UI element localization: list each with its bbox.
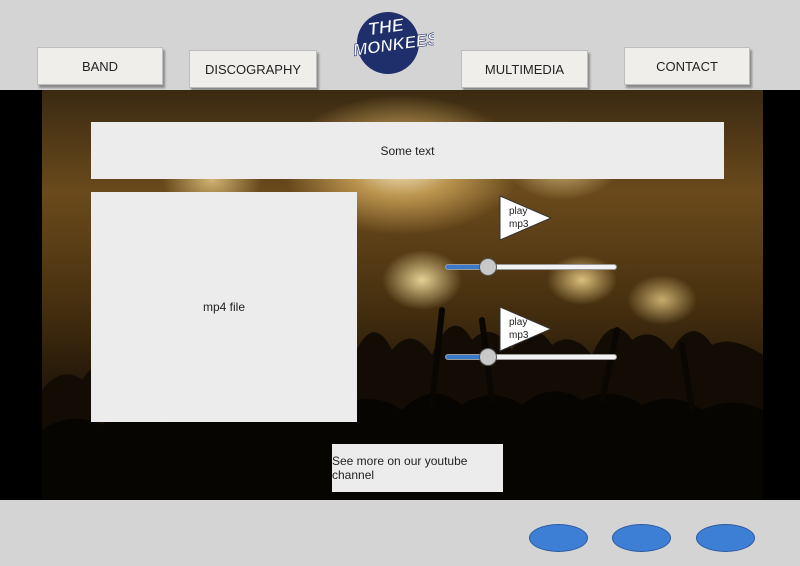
footer-bar [0, 500, 800, 566]
nav-multimedia-button[interactable]: MULTIMEDIA [461, 50, 588, 88]
play-label: play mp3 [509, 317, 529, 341]
slider-track [445, 354, 617, 360]
slider-thumb[interactable] [479, 348, 497, 366]
nav-band-button[interactable]: BAND [37, 47, 163, 85]
video-player[interactable]: mp4 file [91, 192, 357, 422]
nav-discography-button[interactable]: DISCOGRAPHY [189, 50, 317, 88]
play-mp3-button-1[interactable]: play mp3 [499, 195, 553, 241]
volume-slider-2[interactable] [445, 345, 619, 369]
footer-circle-button-3[interactable] [696, 524, 755, 552]
nav-contact-button[interactable]: CONTACT [624, 47, 750, 85]
slider-thumb[interactable] [479, 258, 497, 276]
intro-text-box: Some text [91, 122, 724, 179]
band-logo[interactable]: THE MONKEES [350, 5, 434, 75]
volume-slider-1[interactable] [445, 255, 619, 279]
play-label: play mp3 [509, 206, 529, 230]
footer-circle-button-2[interactable] [612, 524, 671, 552]
youtube-channel-button[interactable]: See more on our youtube channel [332, 444, 503, 492]
footer-circle-button-1[interactable] [529, 524, 588, 552]
slider-track [445, 264, 617, 270]
